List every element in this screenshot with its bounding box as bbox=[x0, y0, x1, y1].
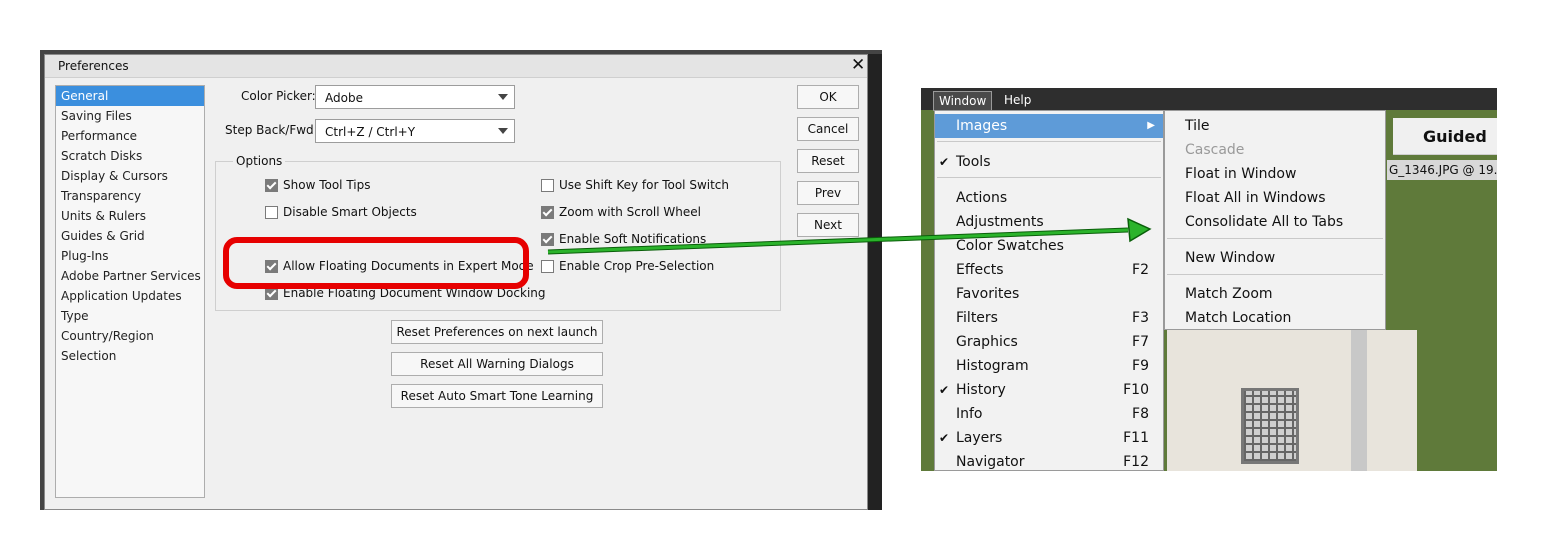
annotation-arrow bbox=[547, 217, 1152, 255]
arrow-shaft bbox=[547, 228, 1129, 254]
arrow-head bbox=[1127, 217, 1152, 243]
